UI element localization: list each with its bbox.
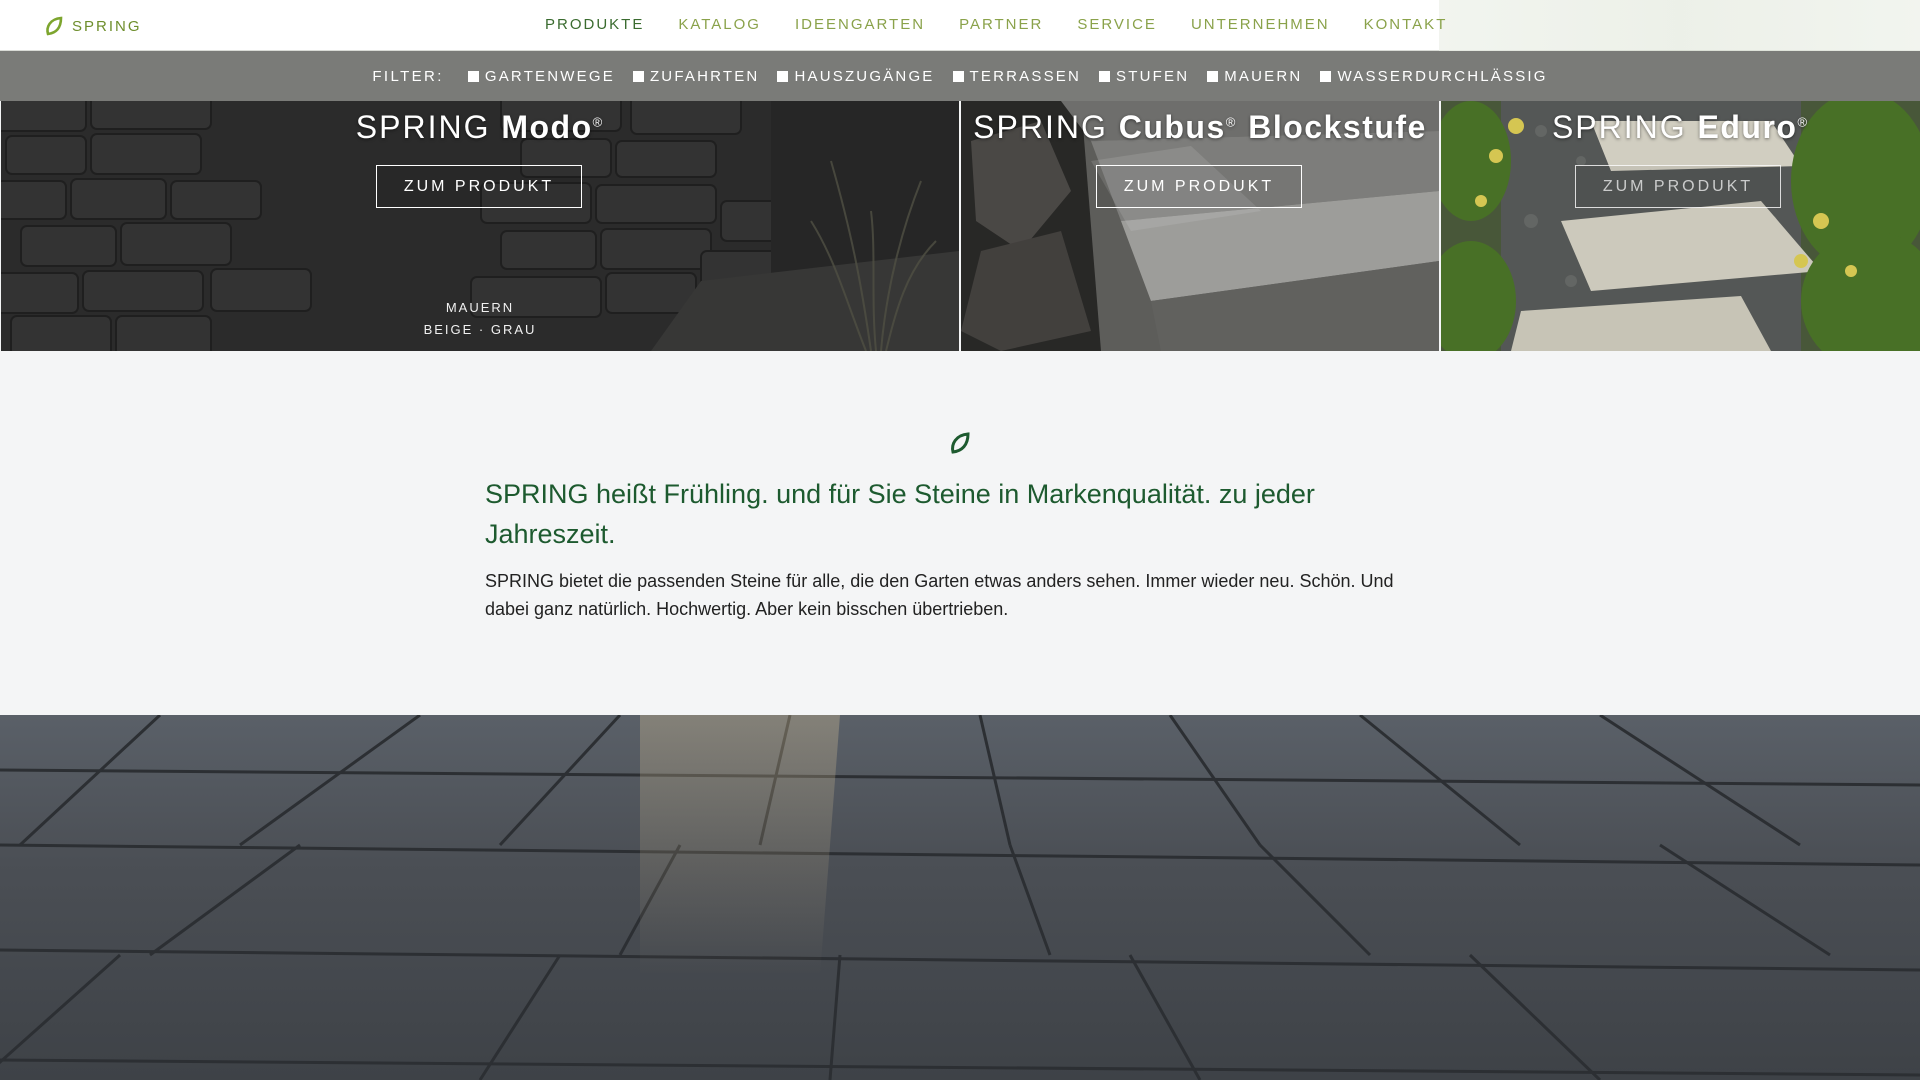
logo[interactable]: SPRING: [44, 15, 142, 37]
checkbox[interactable]: [1320, 70, 1332, 82]
filter-option-label: ZUFAHRTEN: [649, 67, 760, 85]
filter-mauern[interactable]: MAUERN: [1207, 68, 1302, 85]
top-navigation-bar: SPRING PRODUKTE KATALOG IDEENGARTEN PART…: [0, 0, 1920, 51]
tile-brand: SPRING: [355, 109, 491, 145]
header-image-strip: [1439, 0, 1920, 51]
zum-produkt-button[interactable]: ZUM PRODUKT: [1096, 165, 1302, 208]
checkbox[interactable]: [1099, 70, 1111, 82]
tile-brand: SPRING: [973, 109, 1108, 145]
checkbox[interactable]: [952, 70, 964, 82]
checkbox[interactable]: [467, 70, 479, 82]
paving-hero-image: [0, 715, 1920, 1080]
filter-terrassen[interactable]: TERRASSEN: [952, 67, 1082, 85]
tile-product-name-2: Blockstufe: [1248, 109, 1427, 145]
nav-produkte[interactable]: PRODUKTE: [545, 16, 644, 33]
filter-stufen[interactable]: STUFEN: [1099, 68, 1189, 85]
tile-category: MAUERN: [445, 300, 515, 315]
filter-zufahrten[interactable]: ZUFAHRTEN: [632, 67, 760, 85]
nav-service[interactable]: SERVICE: [1077, 16, 1157, 33]
filter-label: FILTER:: [372, 67, 444, 85]
tile-product-name: Eduro: [1697, 109, 1798, 145]
filter-option-label: GARTENWEGE: [484, 67, 615, 85]
filter-hauszugaenge[interactable]: HAUSZUGÄNGE: [777, 68, 934, 85]
leaf-icon: [951, 432, 970, 454]
product-tile-eduro[interactable]: SPRING Eduro® ZUM PRODUKT: [1441, 101, 1920, 351]
nav-unternehmen[interactable]: UNTERNEHMEN: [1191, 16, 1330, 33]
product-tiles: SPRING Modo® ZUM PRODUKT MAUERN BEIGE · …: [0, 101, 1920, 351]
filter-bar: FILTER: GARTENWEGE ZUFAHRTEN HAUSZUGÄNGE…: [0, 51, 1920, 101]
filter-option-label: MAUERN: [1224, 67, 1303, 85]
leaf-icon: [46, 16, 63, 36]
tile-colors: BEIGE · GRAU: [423, 322, 537, 337]
tile-title: SPRING Eduro®: [1441, 109, 1920, 146]
filter-gartenwege[interactable]: GARTENWEGE: [467, 67, 615, 85]
registered-mark: ®: [1225, 114, 1238, 130]
product-tile-cubus[interactable]: SPRING Cubus® Blockstufe ZUM PRODUKT: [961, 101, 1439, 351]
tile-title: SPRING Cubus® Blockstufe: [961, 109, 1439, 146]
intro-text: SPRING bietet die passenden Steine für a…: [485, 571, 1394, 619]
checkbox[interactable]: [632, 70, 644, 82]
filter-option-label: HAUSZUGÄNGE: [794, 67, 935, 85]
main-navigation: PRODUKTE KATALOG IDEENGARTEN PARTNER SER…: [545, 16, 1481, 33]
filter-option-label: TERRASSEN: [969, 67, 1082, 85]
filter-option-label: STUFEN: [1116, 67, 1190, 85]
tile-title: SPRING Modo®: [1, 109, 959, 146]
product-tile-modo[interactable]: SPRING Modo® ZUM PRODUKT MAUERN BEIGE · …: [1, 101, 959, 351]
tile-brand: SPRING: [1551, 109, 1687, 145]
paving-stones-image: [0, 715, 1920, 1080]
tile-product-name: Modo: [501, 109, 593, 145]
registered-mark: ®: [1797, 114, 1810, 130]
zum-produkt-button[interactable]: ZUM PRODUKT: [376, 165, 582, 208]
filter-wasserdurchlaessig[interactable]: WASSERDURCHLÄSSIG: [1320, 68, 1547, 85]
nav-ideengarten[interactable]: IDEENGARTEN: [795, 16, 925, 33]
zum-produkt-button[interactable]: ZUM PRODUKT: [1575, 165, 1781, 208]
intro-heading: SPRING heißt Frühling. und für Sie Stein…: [485, 479, 1315, 549]
nav-katalog[interactable]: KATALOG: [678, 16, 761, 33]
registered-mark: ®: [592, 114, 605, 130]
tile-product-name: Cubus: [1118, 109, 1226, 145]
checkbox[interactable]: [777, 70, 789, 82]
nav-kontakt[interactable]: KONTAKT: [1364, 16, 1448, 33]
nav-partner[interactable]: PARTNER: [959, 16, 1043, 33]
logo-text: SPRING: [72, 17, 142, 35]
checkbox[interactable]: [1207, 70, 1219, 82]
filter-option-label: WASSERDURCHLÄSSIG: [1337, 67, 1548, 85]
